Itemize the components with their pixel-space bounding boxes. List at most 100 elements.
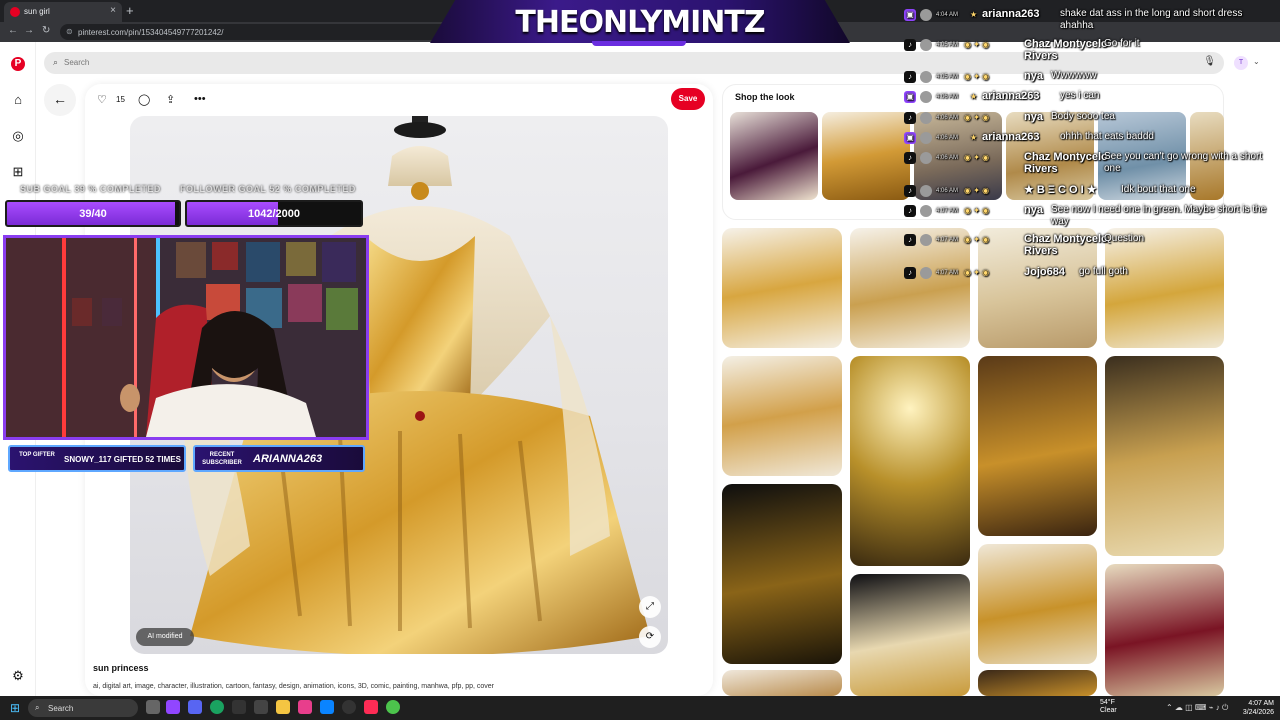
related-pin[interactable] xyxy=(978,670,1097,696)
chat-time: 4:07 AM xyxy=(936,208,959,214)
chat-badge-icon: ◉ ✦ ◉ xyxy=(964,72,990,81)
more-options-icon[interactable]: ••• xyxy=(194,93,206,105)
tiktok-icon[interactable] xyxy=(364,700,378,714)
chat-badge-icon: ◉ ✦ ◉ xyxy=(964,40,990,49)
back-arrow-icon[interactable]: ← xyxy=(8,25,18,36)
task-view-icon[interactable] xyxy=(146,700,160,714)
follower-goal-value: 1042/2000 xyxy=(248,208,300,220)
clock-time: 4:07 AM xyxy=(1248,700,1274,707)
top-gifter-box: TOP GIFTER SNOWY_117 GIFTED 52 TIMES xyxy=(8,445,186,472)
related-pin[interactable] xyxy=(1105,356,1224,556)
tiktok-icon: ♪ xyxy=(904,185,916,197)
related-pin[interactable] xyxy=(722,356,842,476)
file-explorer-icon[interactable] xyxy=(276,700,290,714)
chat-time: 4:06 AM xyxy=(936,135,959,141)
chat-username: nya xyxy=(1024,70,1043,82)
app-icon[interactable] xyxy=(232,700,246,714)
webcam-feed xyxy=(3,235,369,440)
chat-time: 4:07 AM xyxy=(936,270,959,276)
profile-avatar[interactable]: T xyxy=(1234,56,1248,70)
chat-time: 4:06 AM xyxy=(936,94,959,100)
clock[interactable]: 4:07 AM 3/24/2026 xyxy=(1240,699,1274,717)
windows-start-icon[interactable]: ⊞ xyxy=(10,701,20,715)
related-pin[interactable] xyxy=(850,356,970,566)
explore-icon[interactable]: ◎ xyxy=(10,128,26,144)
app-icon[interactable] xyxy=(320,700,334,714)
chat-message-text: Body sooo tea xyxy=(1051,111,1115,122)
close-tab-icon[interactable]: × xyxy=(110,5,116,16)
weather-widget[interactable]: 54°F Clear xyxy=(1100,699,1117,715)
follower-goal-bar: 1042/2000 xyxy=(185,200,363,227)
chat-avatar xyxy=(920,39,932,51)
taskbar-search[interactable]: ⌕ Search xyxy=(28,699,138,717)
related-pin[interactable] xyxy=(978,356,1097,536)
comment-icon[interactable]: ◯ xyxy=(138,93,150,106)
chat-message-text: Wwwwww xyxy=(1051,70,1097,81)
shop-item-thumbnail[interactable] xyxy=(822,112,910,200)
banner-title: THEONLYMINTZ xyxy=(515,5,765,40)
new-tab-icon[interactable]: + xyxy=(126,3,134,18)
related-pin[interactable] xyxy=(722,484,842,664)
app-icon[interactable] xyxy=(386,700,400,714)
related-pin[interactable] xyxy=(1105,228,1224,348)
weather-desc: Clear xyxy=(1100,707,1117,714)
chat-username: arianna263 xyxy=(982,8,1040,20)
app-icon[interactable] xyxy=(254,700,268,714)
visual-search-icon[interactable]: ⟳ xyxy=(639,626,661,648)
chat-message-text: Idk bout that one xyxy=(1121,184,1196,195)
top-gifter-value: SNOWY_117 GIFTED 52 TIMES xyxy=(64,455,181,464)
windows-taskbar: ⊞ ⌕ Search 54°F Clear ⌃ ☁ ◫ ⌨ ⌁ ♪ ⏻ 4:07… xyxy=(0,696,1280,720)
chat-badge-icon: ★ xyxy=(970,133,978,142)
create-icon[interactable]: ⊞ xyxy=(10,164,26,180)
home-icon[interactable]: ⌂ xyxy=(10,92,26,108)
chat-username: nya xyxy=(1024,204,1043,216)
taskbar-search-label: Search xyxy=(48,704,74,713)
sub-goal-label: SUB GOAL 39 % COMPLETED xyxy=(20,184,161,194)
forward-arrow-icon[interactable]: → xyxy=(24,25,34,36)
recent-subscriber-key: RECENT SUBSCRIBER xyxy=(202,452,242,466)
chat-username: Chaz Montycelo Rivers xyxy=(1024,233,1108,257)
chat-avatar xyxy=(920,234,932,246)
related-pin[interactable] xyxy=(1105,564,1224,696)
related-pin[interactable] xyxy=(978,544,1097,664)
related-pin[interactable] xyxy=(722,228,842,348)
related-pin[interactable] xyxy=(850,228,970,348)
back-button[interactable]: ← xyxy=(44,84,76,116)
microphone-icon[interactable]: 🎙 xyxy=(1203,56,1216,67)
weather-temp: 54°F xyxy=(1100,699,1115,706)
chat-badge-icon: ★ xyxy=(970,92,978,101)
chat-avatar xyxy=(920,71,932,83)
chat-badge-icon: ★ xyxy=(970,10,978,19)
site-info-icon: ⊜ xyxy=(66,27,73,36)
save-button[interactable]: Save xyxy=(671,88,705,110)
app-icon[interactable] xyxy=(298,700,312,714)
ai-modified-badge[interactable]: AI modified xyxy=(136,628,194,646)
app-icon[interactable] xyxy=(166,700,180,714)
chat-time: 4:06 AM xyxy=(936,155,959,161)
clock-date: 3/24/2026 xyxy=(1242,709,1274,716)
chat-badge-icon: ◉ ✦ ◉ xyxy=(964,268,990,277)
shop-item-thumbnail[interactable] xyxy=(730,112,818,200)
reload-icon[interactable]: ↻ xyxy=(42,25,50,36)
twitch-icon: ▣ xyxy=(904,91,916,103)
related-pin[interactable] xyxy=(722,670,842,696)
pinterest-logo-icon[interactable]: P xyxy=(11,57,25,71)
sub-goal-value: 39/40 xyxy=(79,208,107,220)
settings-gear-icon[interactable]: ⚙ xyxy=(10,668,26,684)
pinterest-favicon-icon xyxy=(10,7,20,17)
expand-icon[interactable]: ⤢ xyxy=(639,596,661,618)
tiktok-icon: ♪ xyxy=(904,112,916,124)
share-icon[interactable]: ⇪ xyxy=(166,93,175,106)
app-icon[interactable] xyxy=(188,700,202,714)
obs-icon[interactable] xyxy=(342,700,356,714)
url-text: pinterest.com/pin/153404549777201242/ xyxy=(78,28,224,37)
chrome-icon[interactable] xyxy=(210,700,224,714)
related-pin[interactable] xyxy=(850,574,970,696)
browser-tab[interactable]: sun girl × xyxy=(4,2,122,22)
system-tray-icons[interactable]: ⌃ ☁ ◫ ⌨ ⌁ ♪ ⏻ xyxy=(1166,703,1228,713)
recent-subscriber-value: ARIANNA263 xyxy=(253,453,323,465)
heart-icon[interactable]: ♡ xyxy=(97,93,107,106)
chat-message-text: ohhh that eats baddd xyxy=(1060,131,1154,142)
account-chevron-down-icon[interactable]: ⌄ xyxy=(1253,57,1260,66)
chat-message-text: go full goth xyxy=(1079,266,1128,277)
